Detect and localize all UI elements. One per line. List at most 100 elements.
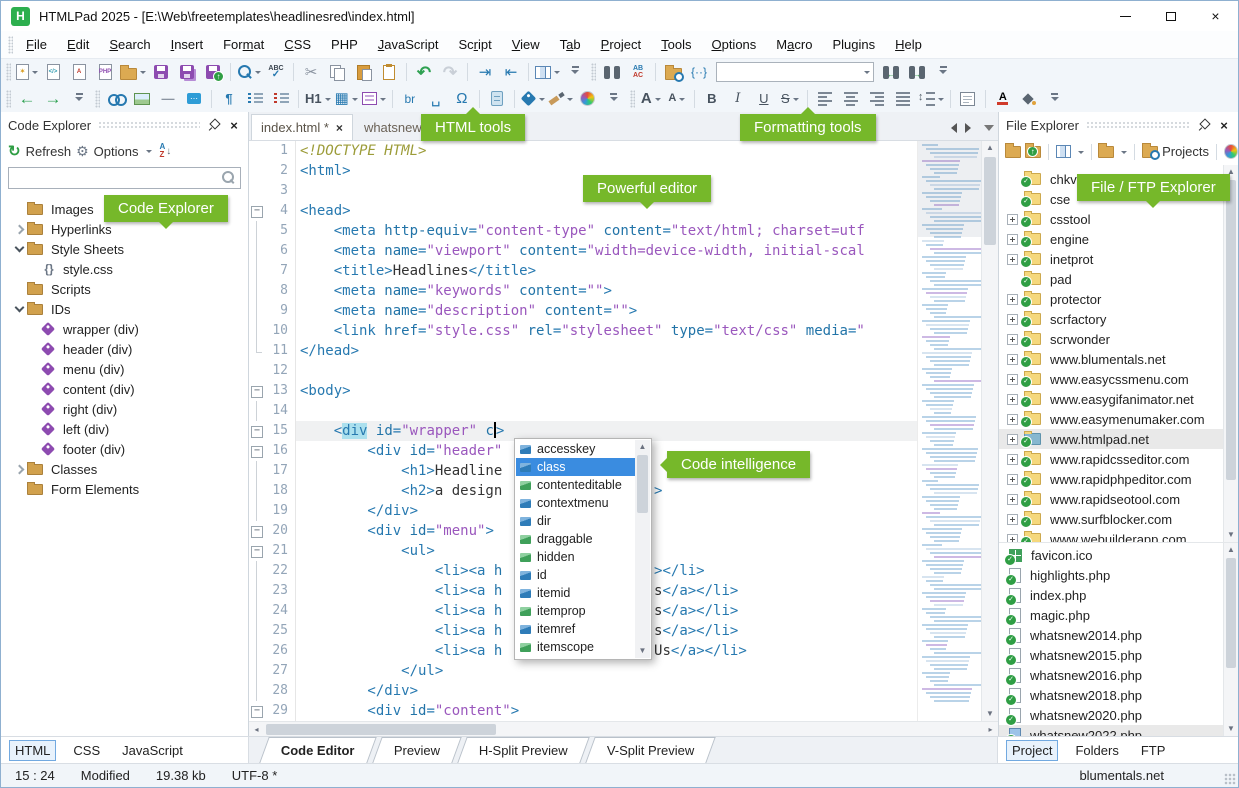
folder-row-www-easycssmenu-com[interactable]: www.easycssmenu.com xyxy=(999,369,1223,389)
pin-icon[interactable] xyxy=(207,118,221,132)
view-tab-preview[interactable]: Preview xyxy=(372,737,462,763)
search-icon[interactable] xyxy=(222,171,236,185)
menu-insert[interactable]: Insert xyxy=(161,34,214,55)
increase-font-size-button[interactable]: A xyxy=(639,87,663,111)
autocomplete-item-hidden[interactable]: hidden xyxy=(516,548,635,566)
menu-search[interactable]: Search xyxy=(99,34,160,55)
insert-ordered-list-button[interactable] xyxy=(269,87,293,111)
folder-row-protector[interactable]: protector xyxy=(999,289,1223,309)
code-line-4[interactable]: 4<head> xyxy=(249,201,917,221)
autocomplete-item-itemref[interactable]: itemref xyxy=(516,620,635,638)
panel-tab-folders[interactable]: Folders xyxy=(1070,741,1123,760)
autocomplete-item-itemid[interactable]: itemid xyxy=(516,584,635,602)
insert-line-break-button[interactable]: br xyxy=(398,87,422,111)
insert-nbsp-button[interactable]: ␣ xyxy=(424,87,448,111)
options-button[interactable]: Options xyxy=(94,144,139,159)
toolbar-overflow-2-button[interactable] xyxy=(931,60,955,84)
doc-tab-html[interactable]: HTML xyxy=(9,740,56,761)
expand-plus-icon[interactable] xyxy=(1007,394,1018,405)
folder-row-www-webuilderapp-com[interactable]: www.webuilderapp.com xyxy=(999,529,1223,542)
autocomplete-item-itemscope[interactable]: itemscope xyxy=(516,638,635,656)
code-line-29[interactable]: 29 <div id="content"> xyxy=(249,701,917,721)
toolbar-grip[interactable] xyxy=(6,63,11,81)
expand-plus-icon[interactable] xyxy=(1007,254,1018,265)
editor-tab-index-html-[interactable]: index.html *× xyxy=(251,114,353,140)
find-button[interactable] xyxy=(600,60,624,84)
file-row-magic-php[interactable]: magic.php xyxy=(999,605,1223,625)
editor-horizontal-scrollbar[interactable]: ◂ ▸ xyxy=(249,721,998,736)
expand-plus-icon[interactable] xyxy=(1007,354,1018,365)
scrollbar-thumb[interactable] xyxy=(1226,558,1236,668)
panel-tab-project[interactable]: Project xyxy=(1006,740,1058,761)
tree-item-ids[interactable]: IDs xyxy=(1,299,248,319)
open-file-button[interactable] xyxy=(119,60,147,84)
panel-close-icon[interactable]: × xyxy=(227,118,241,133)
chevron-right-icon[interactable] xyxy=(11,226,27,233)
minimap[interactable] xyxy=(917,141,981,721)
clipboard-button[interactable] xyxy=(377,60,401,84)
font-color-button[interactable]: A xyxy=(991,87,1015,111)
menu-macro[interactable]: Macro xyxy=(766,34,822,55)
bold-button[interactable]: B xyxy=(700,87,724,111)
scroll-down-icon[interactable]: ▼ xyxy=(1224,722,1238,736)
toolbar-grip[interactable] xyxy=(630,90,635,108)
fold-marker-icon[interactable] xyxy=(249,701,262,721)
find-next-button[interactable]: → xyxy=(905,60,929,84)
search-term-combobox[interactable] xyxy=(716,62,874,82)
tree-item-scripts[interactable]: Scripts xyxy=(1,279,248,299)
code-line-6[interactable]: 6 <meta name="viewport" content="width=d… xyxy=(249,241,917,261)
file-row-whatsnew2018-php[interactable]: whatsnew2018.php xyxy=(999,685,1223,705)
tree-item-wrapper-div-[interactable]: wrapper (div) xyxy=(1,319,248,339)
undo-button[interactable]: ↶ xyxy=(412,60,436,84)
file-row-whatsnew2022-php[interactable]: whatsnew2022.php xyxy=(999,725,1223,736)
folder-row-www-easymenumaker-com[interactable]: www.easymenumaker.com xyxy=(999,409,1223,429)
replace-button[interactable]: AB xyxy=(626,60,650,84)
expand-plus-icon[interactable] xyxy=(1007,294,1018,305)
redo-button[interactable]: ↷ xyxy=(438,60,462,84)
new-document-button[interactable]: ✶ xyxy=(15,60,39,84)
paste-button[interactable] xyxy=(351,60,375,84)
file-row-whatsnew2014-php[interactable]: whatsnew2014.php xyxy=(999,625,1223,645)
file-row-highlights-php[interactable]: highlights.php xyxy=(999,565,1223,585)
scroll-right-icon[interactable]: ▸ xyxy=(983,722,998,736)
insert-tag-button[interactable] xyxy=(520,87,546,111)
tree-item-style-css[interactable]: {}style.css xyxy=(1,259,248,279)
expand-plus-icon[interactable] xyxy=(1007,314,1018,325)
folder-row-www-surfblocker-com[interactable]: www.surfblocker.com xyxy=(999,509,1223,529)
code-line-8[interactable]: 8 <meta name="keywords" content=""> xyxy=(249,281,917,301)
view-mode-icon[interactable] xyxy=(1056,145,1071,158)
tree-item-hyperlinks[interactable]: Hyperlinks xyxy=(1,219,248,239)
menu-project[interactable]: Project xyxy=(591,34,651,55)
align-left-button[interactable] xyxy=(813,87,837,111)
folder-row-pad[interactable]: pad xyxy=(999,269,1223,289)
expand-plus-icon[interactable] xyxy=(1007,454,1018,465)
navigate-forward-button[interactable]: → xyxy=(41,87,65,111)
expand-plus-icon[interactable] xyxy=(1007,234,1018,245)
menu-format[interactable]: Format xyxy=(213,34,274,55)
scrollbar-thumb[interactable] xyxy=(637,455,648,513)
expand-plus-icon[interactable] xyxy=(1007,374,1018,385)
file-row-index-php[interactable]: index.php xyxy=(999,585,1223,605)
expand-plus-icon[interactable] xyxy=(1007,414,1018,425)
tree-item-content-div-[interactable]: content (div) xyxy=(1,379,248,399)
folder-row-engine[interactable]: engine xyxy=(999,229,1223,249)
folder-row-inetprot[interactable]: inetprot xyxy=(999,249,1223,269)
doc-tab-javascript[interactable]: JavaScript xyxy=(117,741,188,760)
indent-button[interactable]: ⇥ xyxy=(473,60,497,84)
file-row-whatsnew2016-php[interactable]: whatsnew2016.php xyxy=(999,665,1223,685)
tree-item-left-div-[interactable]: left (div) xyxy=(1,419,248,439)
scroll-up-icon[interactable]: ▲ xyxy=(635,440,650,454)
chevron-down-icon[interactable] xyxy=(11,247,27,251)
code-line-28[interactable]: 28 </div> xyxy=(249,681,917,701)
panel-close-icon[interactable]: × xyxy=(1217,118,1231,133)
new-php-file-button[interactable]: PHP xyxy=(93,60,117,84)
scroll-left-icon[interactable]: ◂ xyxy=(249,722,264,736)
toolbar-overflow-5-button[interactable] xyxy=(1043,87,1067,111)
file-row-favicon-ico[interactable]: favicon.ico xyxy=(999,545,1223,565)
menu-php[interactable]: PHP xyxy=(321,34,368,55)
paragraph-format-button[interactable] xyxy=(956,87,980,111)
refresh-icon[interactable]: ↻ xyxy=(8,142,21,160)
toolbar-overflow-3-button[interactable] xyxy=(67,87,91,111)
view-tab-h-split-preview[interactable]: H-Split Preview xyxy=(457,737,589,763)
fold-marker-icon[interactable] xyxy=(249,201,262,221)
